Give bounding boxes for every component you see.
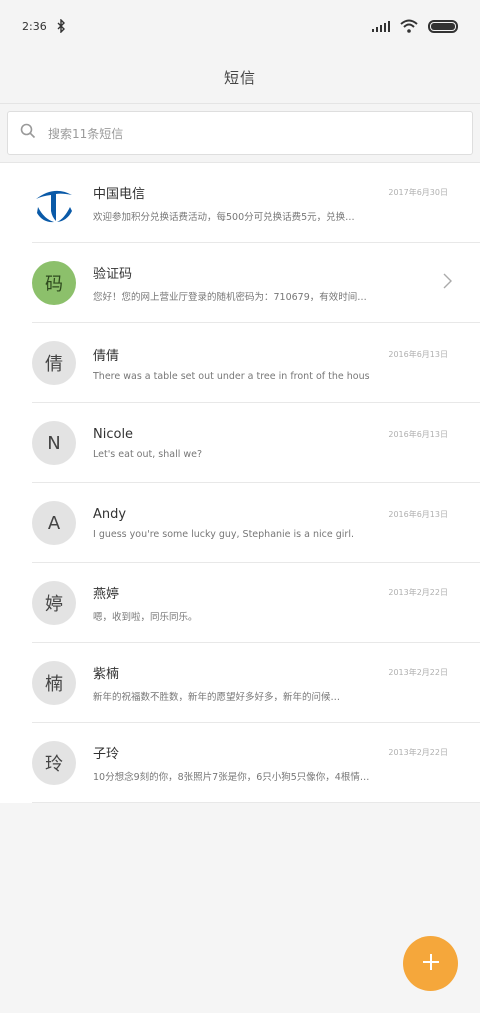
contact-name: 子玲 [93,747,120,762]
contact-name: Nicole [93,426,134,442]
message-preview: I guess you're some lucky guy, Stephanie… [93,528,354,540]
wifi-icon [400,19,418,33]
avatar: 倩 [32,341,76,385]
message-preview: 10分想念9刻的你，8张照片7张是你，6只小狗5只像你，4根情… [93,772,370,783]
message-time: 2013年2月22日 [388,748,448,757]
conversation-item[interactable]: A Andy 2016年6月13日 I guess you're some lu… [0,483,480,563]
telecom-logo-icon [32,181,76,225]
message-time: 2017年6月30日 [388,188,448,197]
bluetooth-icon [57,19,66,33]
message-time: 2016年6月13日 [388,349,448,359]
conversation-item[interactable]: 玲 子玲 2013年2月22日 10分想念9刻的你，8张照片7张是你，6只小狗5… [0,723,480,803]
divider [32,802,480,803]
status-time: 2:36 [22,19,47,33]
search-icon [20,123,36,143]
conversation-item[interactable]: N Nicole 2016年6月13日 Let's eat out, shall… [0,403,480,483]
status-bar: 2:36 [0,0,480,52]
message-time: 2016年6月13日 [388,429,448,439]
chevron-right-icon [443,273,452,293]
signal-icon [372,20,390,32]
message-preview: 新年的祝福数不胜数，新年的愿望好多好多，新年的问候… [93,692,341,703]
message-time: 2013年2月22日 [388,588,448,597]
contact-name: Andy [93,506,127,522]
contact-name: 倩倩 [93,348,120,364]
search-placeholder: 搜索11条短信 [48,126,124,141]
search-bar: 搜索11条短信 [0,104,480,163]
conversation-item[interactable]: 楠 紫楠 2013年2月22日 新年的祝福数不胜数，新年的愿望好多好多，新年的问… [0,643,480,723]
message-preview: 您好！您的网上营业厅登录的随机密码为：710679，有效时间… [93,292,367,303]
avatar: 楠 [32,661,76,705]
conversation-item[interactable]: 码 验证码 您好！您的网上营业厅登录的随机密码为：710679，有效时间… [0,243,480,323]
battery-icon [428,19,458,33]
avatar: A [32,501,76,545]
message-time: 2013年2月22日 [388,668,448,677]
avatar: N [32,421,76,465]
message-preview: There was a table set out under a tree i… [93,370,370,382]
conversation-list: 中国电信 2017年6月30日 欢迎参加积分兑换话费活动，每500分可兑换话费5… [0,163,480,803]
contact-name: 中国电信 [93,187,146,202]
message-preview: 嗯，收到啦，同乐同乐。 [93,612,198,623]
message-preview: Let's eat out, shall we? [93,448,203,460]
contact-name: 紫楠 [93,667,120,682]
contact-name: 燕婷 [93,587,120,602]
contact-name: 验证码 [93,267,133,282]
app-header: 短信 [0,52,480,104]
conversation-item[interactable]: 倩 倩倩 2016年6月13日 There was a table set ou… [0,323,480,403]
plus-icon [421,952,441,976]
avatar: 码 [32,261,76,305]
page-title: 短信 [223,69,256,87]
message-time: 2016年6月13日 [388,509,448,519]
avatar: 玲 [32,741,76,785]
conversation-item[interactable]: 婷 燕婷 2013年2月22日 嗯，收到啦，同乐同乐。 [0,563,480,643]
message-preview: 欢迎参加积分兑换话费活动，每500分可兑换话费5元，兑换… [93,212,355,223]
conversation-item[interactable]: 中国电信 2017年6月30日 欢迎参加积分兑换话费活动，每500分可兑换话费5… [0,163,480,243]
search-input[interactable]: 搜索11条短信 [7,111,473,155]
avatar: 婷 [32,581,76,625]
new-message-button[interactable] [403,936,458,991]
